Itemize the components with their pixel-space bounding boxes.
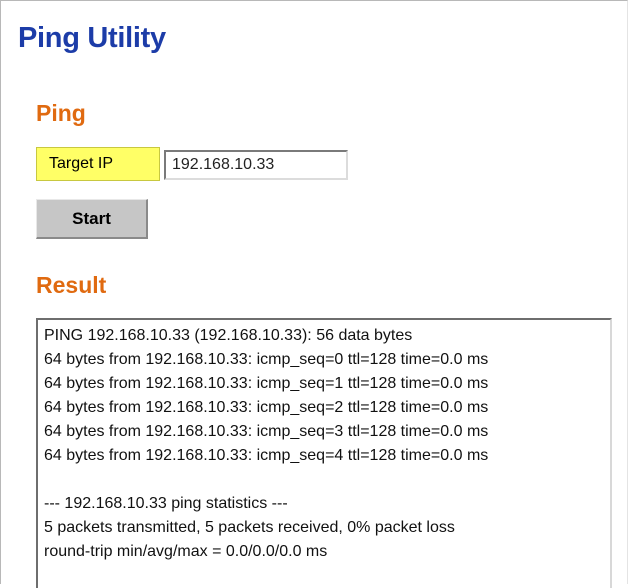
result-line: 64 bytes from 192.168.10.33: icmp_seq=1 … [44, 375, 489, 392]
result-line [44, 468, 604, 492]
result-section-title: Result [36, 272, 107, 298]
result-line: round-trip min/avg/max = 0.0/0.0/0.0 ms [44, 543, 328, 560]
result-line: 64 bytes from 192.168.10.33: icmp_seq=3 … [44, 423, 489, 440]
result-line: 5 packets transmitted, 5 packets receive… [44, 519, 455, 536]
start-button[interactable]: Start [36, 199, 148, 239]
result-line: 64 bytes from 192.168.10.33: icmp_seq=2 … [44, 399, 489, 416]
target-ip-label: Target IP [36, 147, 160, 181]
result-line: 64 bytes from 192.168.10.33: icmp_seq=4 … [44, 447, 489, 464]
result-line: 64 bytes from 192.168.10.33: icmp_seq=0 … [44, 351, 489, 368]
target-ip-input[interactable] [164, 150, 348, 180]
page-title: Ping Utility [18, 22, 166, 54]
result-line: PING 192.168.10.33 (192.168.10.33): 56 d… [44, 327, 413, 344]
result-line: --- 192.168.10.33 ping statistics --- [44, 495, 288, 512]
result-output[interactable]: PING 192.168.10.33 (192.168.10.33): 56 d… [36, 318, 612, 588]
ping-section-title: Ping [36, 100, 86, 126]
